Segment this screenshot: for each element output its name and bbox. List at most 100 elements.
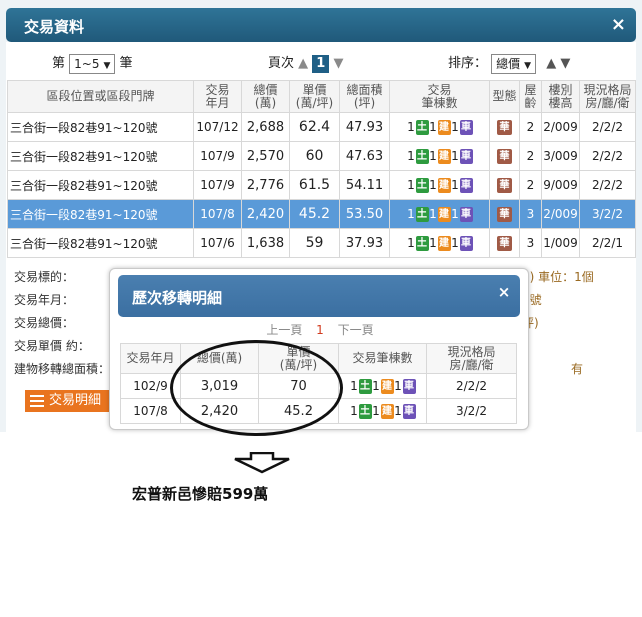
park-badge-icon: 車 [459, 206, 473, 222]
cell-unit-price: 62.4 [289, 112, 340, 142]
chevron-down-icon: ▼ [524, 60, 532, 71]
cell-total-price: 1,638 [241, 228, 290, 258]
park-badge-icon: 車 [402, 403, 416, 419]
count-build: 1 [429, 235, 437, 250]
column-header[interactable]: 屋 齡 [519, 80, 542, 113]
history-button[interactable]: 交易明細 [25, 390, 121, 412]
history-cell-date: 107/8 [120, 398, 181, 424]
window-title: 交易資料 [24, 18, 85, 36]
column-header[interactable]: 總面積 (坪) [339, 80, 390, 113]
history-column-header: 交易筆棟數 [338, 343, 427, 374]
cell-units: 1土1建1車 [389, 170, 490, 200]
transaction-table: 區段位置或區段門牌 交易 年月 總價 (萬) 單價 (萬/坪) 總面積 (坪) 交易 筆棟… [7, 80, 636, 258]
cell-address: 三合街一段82巷91~120號 [7, 228, 194, 258]
detail-parking-fragment: 5) 車位：1個 [522, 270, 594, 284]
popup-prev-link[interactable]: 上一頁 [266, 323, 302, 337]
cell-type: 華 [489, 141, 520, 171]
detail-label-total: 交易總價： [14, 316, 75, 330]
close-icon[interactable]: × [611, 14, 626, 35]
cell-type: 華 [489, 199, 520, 229]
popup-title: 歷次移轉明細 [132, 289, 223, 307]
sort-select[interactable]: 總價 ▼ [491, 53, 537, 74]
column-header[interactable]: 總價 (萬) [241, 80, 290, 113]
count-land: 1 [407, 119, 415, 134]
sort-ascending-icon[interactable]: ▲ [546, 56, 556, 71]
cell-area: 53.50 [339, 199, 390, 229]
land-badge-icon: 土 [415, 206, 429, 222]
park-badge-icon: 車 [459, 177, 473, 193]
cell-date: 107/6 [193, 228, 242, 258]
page-size-select[interactable]: 1~5 ▼ [69, 53, 116, 74]
cell-floor: 9/009 [541, 170, 580, 200]
column-header[interactable]: 單價 (萬/坪) [289, 80, 340, 113]
table-row[interactable]: 三合街一段82巷91~120號 107/9 2,570 60 47.63 1 土 1 建 1 車華 2… [7, 141, 636, 171]
column-header[interactable]: 樓別 樓高 [541, 80, 580, 113]
count-park: 1 [451, 177, 459, 192]
cell-date: 107/12 [193, 112, 242, 142]
chevron-down-icon: ▼ [103, 60, 111, 71]
count-park: 1 [451, 148, 459, 163]
cell-age: 2 [519, 112, 542, 142]
detail-label-unit: 交易單價 約： [14, 339, 90, 353]
column-header[interactable]: 交易 筆棟數 [389, 80, 490, 113]
column-header[interactable]: 型態 [489, 80, 520, 113]
cell-unit-price: 45.2 [289, 199, 340, 229]
land-badge-icon: 土 [415, 148, 429, 164]
land-badge-icon: 土 [358, 378, 372, 394]
detail-label-target: 交易標的： [14, 270, 75, 284]
land-badge-icon: 土 [415, 177, 429, 193]
count-park: 1 [451, 235, 459, 250]
count-land: 1 [407, 206, 415, 221]
build-badge-icon: 建 [380, 378, 394, 394]
cell-address: 三合街一段82巷91~120號 [7, 112, 194, 142]
annotation-caption: 宏普新邑慘賠599萬 [132, 485, 269, 503]
column-header[interactable]: 現況格局 房/廳/衛 [579, 80, 636, 113]
highlight-ellipse [170, 340, 343, 436]
popup-close-icon[interactable]: × [496, 283, 512, 301]
park-badge-icon: 車 [459, 148, 473, 164]
cell-date: 107/9 [193, 170, 242, 200]
popup-pager: 上一頁 1 下一頁 [110, 321, 530, 338]
count-land: 1 [407, 148, 415, 163]
park-badge-icon: 車 [402, 378, 416, 394]
park-badge-icon: 車 [459, 119, 473, 135]
down-arrow-icon [234, 452, 290, 474]
land-badge-icon: 土 [415, 119, 429, 135]
pager: 頁次 ▲ 1 ▼ [268, 52, 343, 74]
detail-label-area: 建物移轉總面積： [14, 362, 111, 376]
type-badge-icon: 華 [497, 206, 512, 222]
pager-current: 1 [312, 55, 330, 73]
table-row[interactable]: 三合街一段82巷91~120號 107/9 2,776 61.5 54.11 1 土 1 建 1 車… [7, 170, 636, 200]
sort-value: 總價 [496, 56, 521, 71]
cell-unit-price: 60 [289, 141, 340, 171]
table-row[interactable]: 三合街一段82巷91~120號 107/6 1,638 59 37.93 1 土 1 建 1 車華 3… [7, 228, 636, 258]
cell-unit-price: 61.5 [289, 170, 340, 200]
page-size-prefix: 第 [52, 56, 66, 71]
count-land: 1 [350, 378, 358, 393]
column-header[interactable]: 交易 年月 [193, 80, 242, 113]
pager-down-icon[interactable]: ▼ [333, 56, 343, 71]
count-build: 1 [429, 206, 437, 221]
type-badge-icon: 華 [497, 235, 512, 251]
count-build: 1 [372, 378, 380, 393]
history-cell-units: 1土1建1車 [338, 398, 427, 424]
detail-has-fragment: 有 [571, 362, 584, 376]
sort-descending-icon[interactable]: ▼ [560, 56, 570, 71]
cell-layout: 2/2/2 [579, 141, 636, 171]
build-badge-icon: 建 [437, 235, 451, 251]
column-header[interactable]: 區段位置或區段門牌 [7, 80, 194, 113]
cell-layout: 2/2/2 [579, 170, 636, 200]
history-cell-layout: 3/2/2 [426, 398, 517, 424]
pager-up-icon[interactable]: ▲ [298, 56, 308, 71]
table-row[interactable]: 三合街一段82巷91~120號 107/12 2,688 62.4 47.93 1 土 1 建 1… [7, 112, 636, 142]
cell-area: 37.93 [339, 228, 390, 258]
table-row[interactable]: 三合街一段82巷91~120號 107/8 2,420 45.2 53.50 1 土 1 建 1 車… [7, 199, 636, 229]
cell-address: 三合街一段82巷91~120號 [7, 199, 194, 229]
history-column-header: 現況格局 房/廳/衛 [426, 343, 517, 374]
popup-next-link[interactable]: 下一頁 [338, 323, 374, 337]
cell-age: 3 [519, 199, 542, 229]
cell-address: 三合街一段82巷91~120號 [7, 141, 194, 171]
popup-page-current: 1 [316, 323, 324, 337]
count-build: 1 [429, 148, 437, 163]
park-badge-icon: 車 [459, 235, 473, 251]
